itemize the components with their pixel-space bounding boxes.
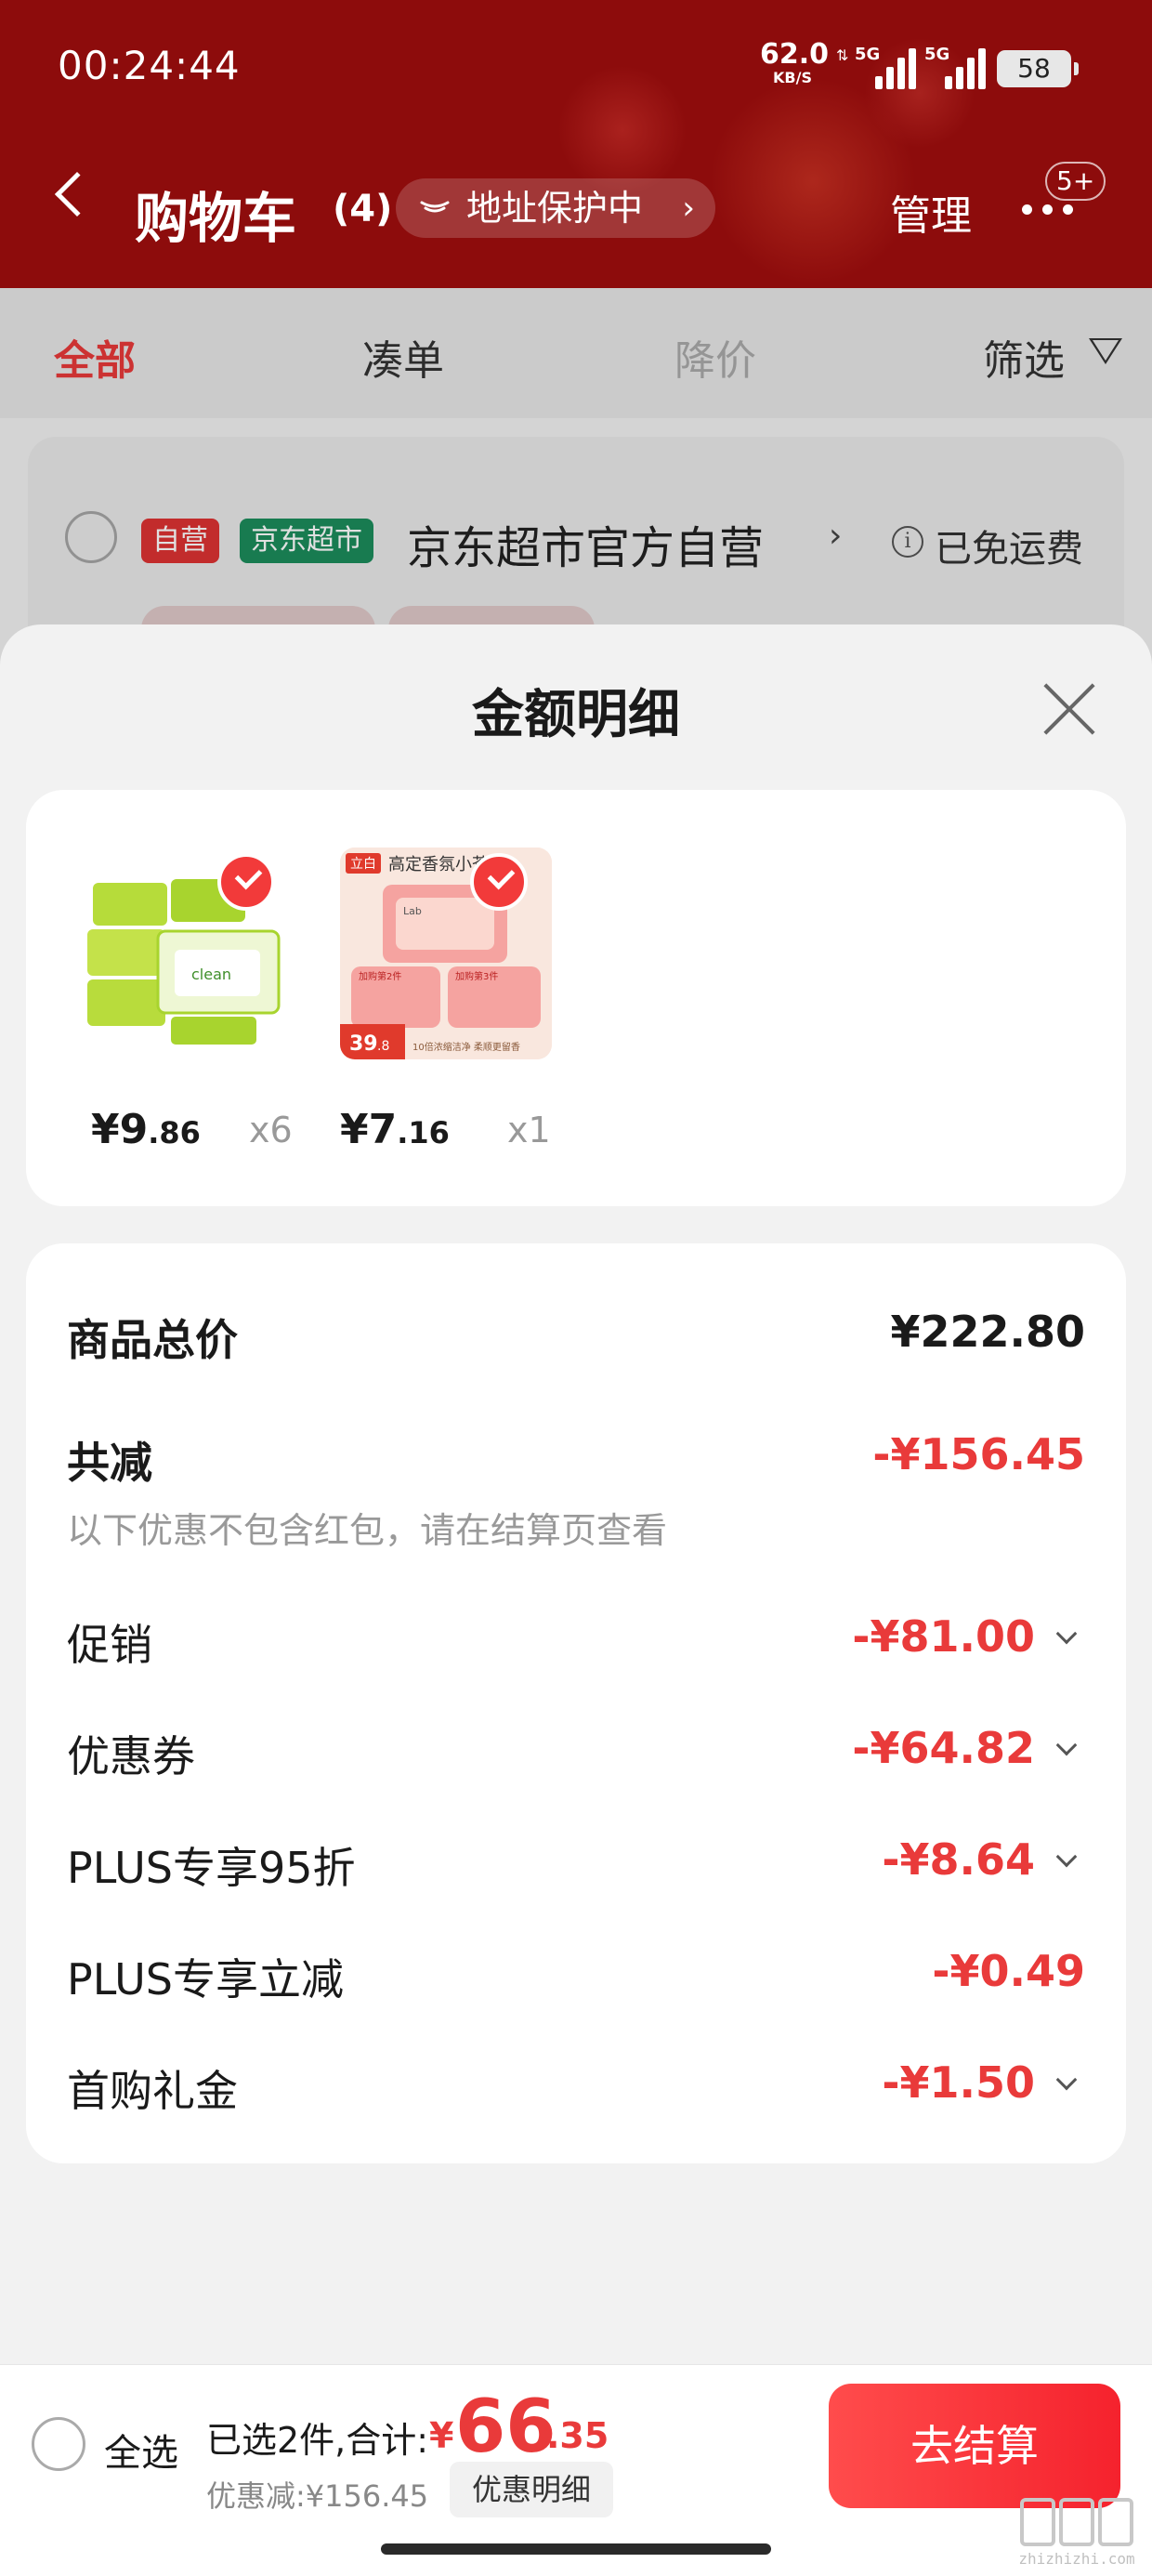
clock: 00:24:44 [58, 43, 241, 88]
manage-button[interactable]: 管理 [890, 182, 972, 242]
selected-products: clean 立白 高定香氛小苍兰 Lab 加购第2件 加购第3件 39 .8 1… [26, 790, 1126, 1206]
cart-count: (4) [333, 188, 393, 230]
plus-instant-label: PLUS专享立减 [67, 1954, 344, 2004]
promotion-label: 促销 [67, 1620, 152, 1670]
address-protection-label: 地址保护中 [466, 188, 644, 229]
shield-icon [420, 201, 450, 213]
chevron-down-icon[interactable] [1055, 1623, 1078, 1645]
plus-discount-value[interactable]: -¥8.64 [882, 1834, 1035, 1885]
svg-text:加购第2件: 加购第2件 [359, 970, 401, 982]
product-price: ¥7.16 [340, 1106, 450, 1153]
plus-instant-value: -¥0.49 [932, 1946, 1085, 1996]
plus-discount-label: PLUS专享95折 [67, 1843, 356, 1893]
address-protection-button[interactable]: 地址保护中 › [396, 178, 715, 238]
data-arrows-icon: ⇅ [836, 46, 849, 64]
product-quantity: x6 [249, 1110, 293, 1150]
message-badge: 5+ [1045, 162, 1106, 201]
goods-total-label: 商品总价 [67, 1315, 238, 1365]
watermark-logo: zhizhizhi.com [1016, 2498, 1137, 2572]
network-speed: 62.0 KB/S [760, 38, 830, 86]
checkout-button[interactable]: 去结算 [829, 2384, 1120, 2508]
chevron-down-icon[interactable] [1055, 1846, 1078, 1868]
svg-text:39: 39 [349, 1032, 378, 1056]
saved-amount: 优惠减:¥156.45 [206, 2478, 429, 2514]
svg-text:立白: 立白 [350, 857, 376, 872]
selected-summary: 已选2件,合计: [206, 2420, 429, 2461]
page-title: 购物车 [135, 187, 297, 250]
svg-text:10倍浓缩洁净 柔顺更留香: 10倍浓缩洁净 柔顺更留香 [412, 1041, 520, 1053]
back-arrow-icon[interactable] [54, 171, 100, 217]
status-bar: 00:24:44 62.0 KB/S 5G ⇅ 5G 58 [0, 0, 1152, 139]
total-decimal: .35 [546, 2415, 609, 2456]
product-check-icon[interactable] [470, 853, 528, 911]
app-header: 00:24:44 62.0 KB/S 5G ⇅ 5G 58 购物车 (4) 地址… [0, 0, 1152, 288]
product-check-icon[interactable] [217, 853, 275, 911]
discount-detail-button[interactable]: 优惠明细 [450, 2462, 613, 2517]
checkout-bar: 全选 已选2件,合计: ¥ 66 .35 优惠减:¥156.45 优惠明细 去结… [0, 2364, 1152, 2576]
amount-detail-sheet: 金额明细 clean 立白 高定香氛小苍兰 Lab 加购第2件 加购第3件 39… [0, 624, 1152, 2364]
sheet-title: 金额明细 [472, 685, 680, 745]
select-all-checkbox[interactable] [32, 2417, 85, 2471]
select-all-label[interactable]: 全选 [104, 2423, 178, 2477]
home-indicator[interactable] [381, 2543, 771, 2555]
price-details: 商品总价 ¥222.80 共减 -¥156.45 以下优惠不包含红包，请在结算页… [26, 1243, 1126, 2163]
total-amount: 66 [455, 2385, 556, 2469]
signal-icon: 5G [924, 45, 986, 89]
promotion-value[interactable]: -¥81.00 [852, 1611, 1035, 1662]
svg-text:clean: clean [191, 966, 231, 983]
total-currency: ¥ [429, 2415, 454, 2456]
product-quantity: x1 [507, 1110, 551, 1150]
first-purchase-label: 首购礼金 [67, 2066, 238, 2116]
product-price: ¥9.86 [91, 1106, 201, 1153]
signal-icon: 5G ⇅ [834, 45, 916, 89]
svg-text:加购第3件: 加购第3件 [455, 970, 498, 982]
total-reduced-label: 共减 [67, 1438, 152, 1488]
svg-text:Lab: Lab [403, 905, 422, 917]
coupon-label: 优惠券 [67, 1731, 195, 1781]
first-purchase-value[interactable]: -¥1.50 [882, 2057, 1035, 2108]
svg-text:.8: .8 [377, 1039, 389, 1054]
goods-total-value: ¥222.80 [890, 1307, 1085, 1357]
battery-icon: 58 [997, 50, 1079, 87]
chevron-right-icon: › [682, 190, 695, 227]
chevron-down-icon[interactable] [1055, 1734, 1078, 1756]
coupon-value[interactable]: -¥64.82 [852, 1723, 1035, 1773]
discount-note: 以下优惠不包含红包，请在结算页查看 [67, 1510, 668, 1551]
close-icon[interactable] [1042, 682, 1096, 736]
chevron-down-icon[interactable] [1055, 2069, 1078, 2091]
total-reduced-value: -¥156.45 [872, 1429, 1085, 1479]
